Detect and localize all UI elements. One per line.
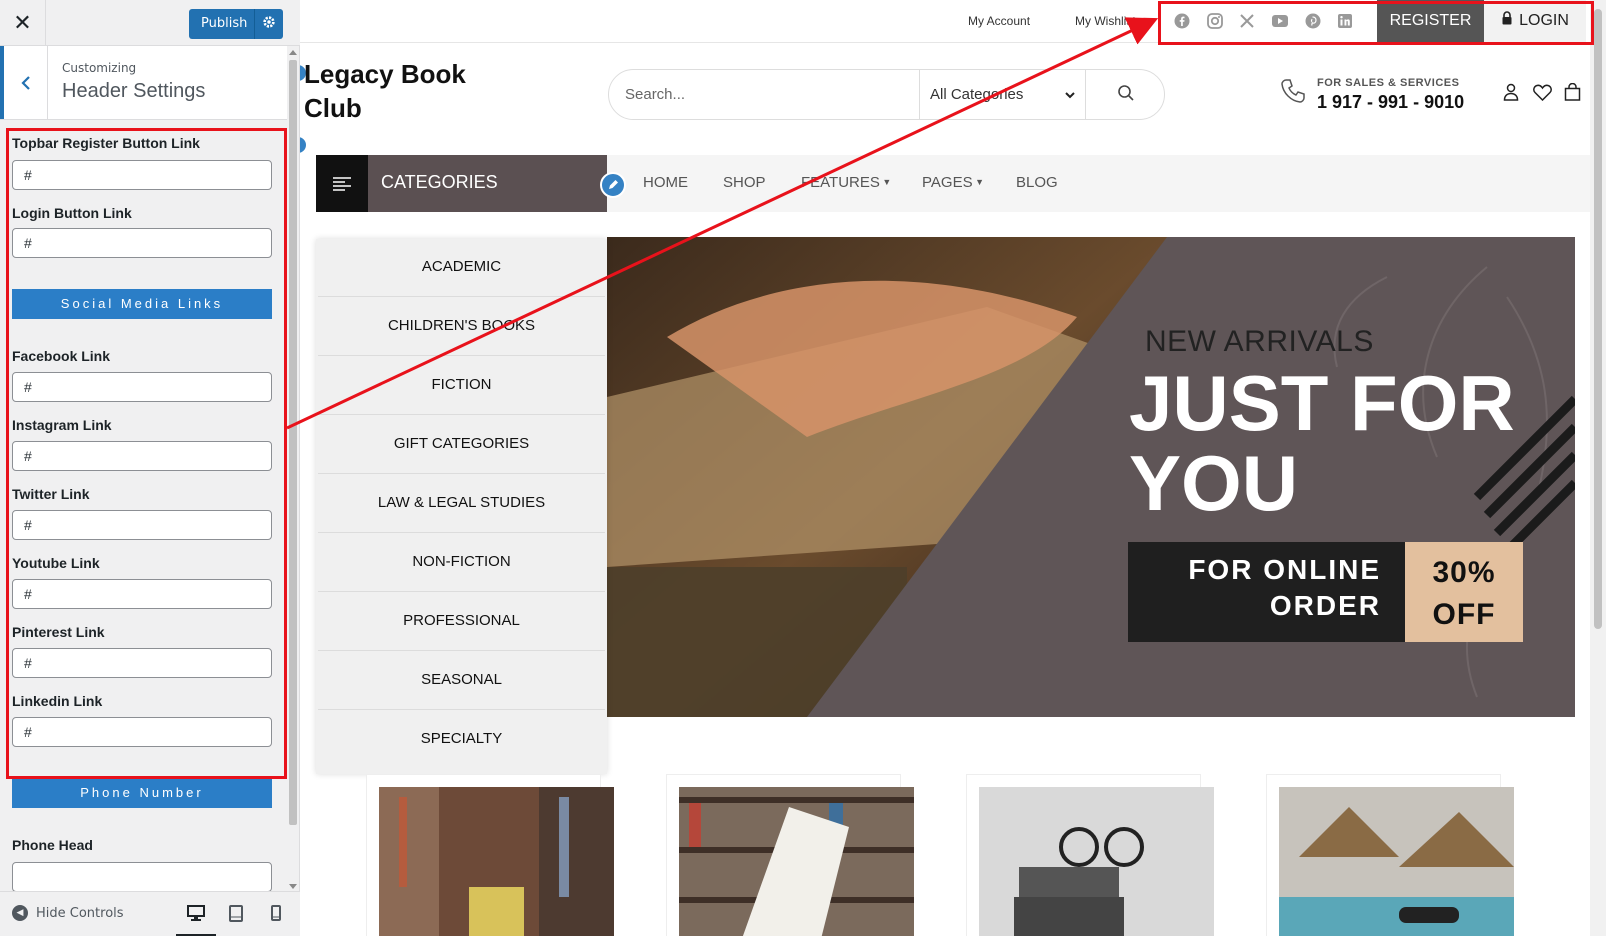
publish-label[interactable]: Publish xyxy=(189,9,255,39)
category-non-fiction[interactable]: NON-FICTION xyxy=(318,534,605,592)
my-wishlist-link[interactable]: My Wishlist xyxy=(1075,14,1136,28)
search-icon xyxy=(1117,84,1135,106)
panel-title: Header Settings xyxy=(62,80,206,102)
close-customizer-button[interactable]: ✕ xyxy=(0,0,46,46)
phone-number-button[interactable]: Phone Number xyxy=(12,778,272,808)
hide-controls-button[interactable]: ◀ Hide Controls xyxy=(12,905,124,921)
my-account-link[interactable]: My Account xyxy=(968,14,1030,28)
main-navigation: CATEGORIES HOME SHOP FEATURES ▼ PAGES ▼ … xyxy=(316,155,1590,212)
discount-line-1: 30% xyxy=(1432,556,1496,589)
category-seasonal[interactable]: SEASONAL xyxy=(318,652,605,710)
category-select-value: All Categories xyxy=(930,86,1024,103)
annotation-box-settings xyxy=(6,128,287,779)
heart-icon[interactable] xyxy=(1532,82,1552,102)
category-academic[interactable]: ACADEMIC xyxy=(318,239,605,297)
product-card[interactable] xyxy=(366,774,614,936)
user-icon[interactable] xyxy=(1501,82,1521,102)
edit-shortcut-nav-icon[interactable] xyxy=(300,135,308,155)
hero-title-line-1: JUST FOR xyxy=(1129,359,1515,447)
phone-head-input[interactable] xyxy=(12,862,272,891)
categories-label: CATEGORIES xyxy=(381,172,498,192)
nav-features-label: FEATURES xyxy=(801,174,880,191)
category-select[interactable]: All Categories xyxy=(919,70,1086,119)
sidebar-scrollbar[interactable] xyxy=(287,46,299,891)
nav-pages[interactable]: PAGES ▼ xyxy=(922,174,984,191)
search-button[interactable] xyxy=(1086,70,1165,119)
caret-down-icon: ▼ xyxy=(972,177,984,187)
scroll-up-arrow-icon[interactable] xyxy=(289,50,297,55)
collapse-arrow-icon: ◀ xyxy=(12,905,28,921)
discount-line-2: OFF xyxy=(1432,598,1496,631)
customizer-header: ✕ Publish xyxy=(0,0,300,46)
product-image xyxy=(1279,787,1514,936)
shopping-bag-icon[interactable] xyxy=(1562,82,1582,102)
field-label-phone-head: Phone Head xyxy=(12,837,93,853)
category-professional[interactable]: PROFESSIONAL xyxy=(318,593,605,651)
section-title-bar: Customizing Header Settings xyxy=(0,46,287,120)
nav-blog[interactable]: BLOG xyxy=(1016,174,1058,191)
scroll-down-arrow-icon[interactable] xyxy=(289,884,297,889)
category-specialty[interactable]: SPECIALTY xyxy=(318,711,605,769)
annotation-box-topbar xyxy=(1158,1,1594,45)
customizer-footer: ◀ Hide Controls xyxy=(0,891,300,936)
category-gift-categories[interactable]: GIFT CATEGORIES xyxy=(318,416,605,474)
product-image xyxy=(379,787,614,936)
hero-subtitle: NEW ARRIVALS xyxy=(1145,325,1374,358)
logo-line-2: Club xyxy=(304,93,362,123)
sidebar-scroll-thumb[interactable] xyxy=(289,60,297,825)
search-bar: Search... All Categories xyxy=(608,69,1165,120)
category-childrens-books[interactable]: CHILDREN'S BOOKS xyxy=(318,298,605,356)
edit-pencil-icon[interactable] xyxy=(600,172,626,198)
product-grid xyxy=(300,770,1590,936)
category-law-legal-studies[interactable]: LAW & LEGAL STUDIES xyxy=(318,475,605,533)
promo-line-2: ORDER xyxy=(1269,590,1381,621)
product-image xyxy=(679,787,914,936)
app-window: ✕ Publish Customizing Header Settings To… xyxy=(0,0,1606,936)
publish-button[interactable]: Publish xyxy=(189,9,283,39)
site-logo[interactable]: Legacy Book Club xyxy=(304,57,504,125)
mobile-preview-icon[interactable] xyxy=(265,902,287,924)
categories-dropdown: ACADEMIC CHILDREN'S BOOKS FICTION GIFT C… xyxy=(316,239,607,774)
menu-lines-icon xyxy=(316,155,368,212)
hero-title: JUST FOR YOU xyxy=(1129,363,1559,523)
hide-controls-label: Hide Controls xyxy=(36,905,124,921)
discount-badge: 30% OFF xyxy=(1405,542,1523,642)
category-fiction[interactable]: FICTION xyxy=(318,357,605,415)
hero-title-line-2: YOU xyxy=(1129,439,1299,527)
site-preview: My Account My Wishlist REGISTER LOGIN Le… xyxy=(300,0,1606,936)
breadcrumb: Customizing xyxy=(62,61,137,75)
nav-home[interactable]: HOME xyxy=(643,174,688,191)
promo-badge: FOR ONLINE ORDER 30% OFF xyxy=(1128,542,1523,642)
search-input[interactable]: Search... xyxy=(625,86,685,103)
product-image xyxy=(979,787,1214,936)
caret-down-icon: ▼ xyxy=(879,177,892,187)
nav-shop[interactable]: SHOP xyxy=(723,174,766,191)
product-card[interactable] xyxy=(1266,774,1514,936)
publish-settings-gear-icon[interactable] xyxy=(255,15,283,33)
hero-banner[interactable]: NEW ARRIVALS JUST FOR YOU FOR ONLINE ORD… xyxy=(607,237,1575,717)
desktop-preview-icon[interactable] xyxy=(176,902,216,936)
promo-line-1: FOR ONLINE xyxy=(1188,554,1381,585)
back-chevron-icon[interactable] xyxy=(0,46,48,119)
chevron-down-icon xyxy=(1065,70,1075,119)
preview-scroll-thumb[interactable] xyxy=(1594,9,1602,629)
logo-line-1: Legacy Book xyxy=(304,59,466,89)
sales-label: FOR SALES & SERVICES xyxy=(1317,77,1460,89)
product-card[interactable] xyxy=(966,774,1214,936)
tablet-preview-icon[interactable] xyxy=(225,902,247,924)
promo-text: FOR ONLINE ORDER xyxy=(1128,542,1405,642)
nav-features[interactable]: FEATURES ▼ xyxy=(801,174,891,191)
phone-icon xyxy=(1280,78,1306,108)
product-card[interactable] xyxy=(666,774,914,936)
phone-number[interactable]: 1 917 - 991 - 9010 xyxy=(1317,92,1464,113)
nav-pages-label: PAGES xyxy=(922,174,973,191)
preview-scrollbar[interactable] xyxy=(1590,0,1606,936)
categories-toggle[interactable]: CATEGORIES xyxy=(316,155,607,212)
